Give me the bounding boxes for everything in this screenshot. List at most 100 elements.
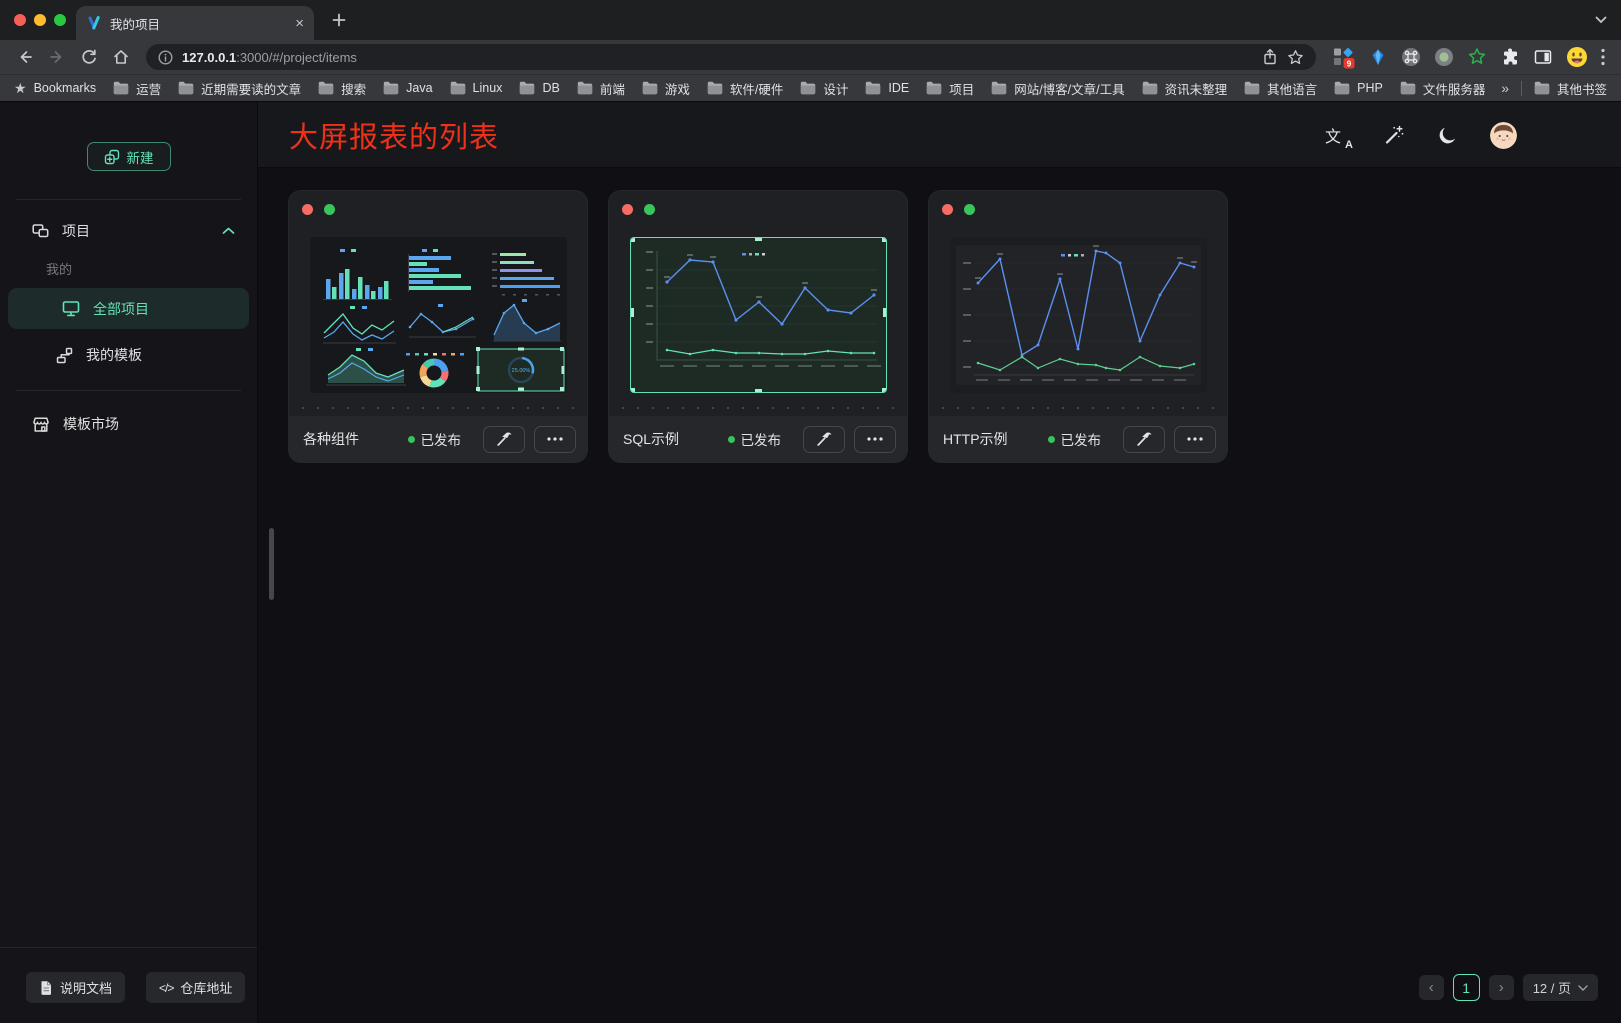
address-bar[interactable]: 127.0.0.1:3000/#/project/items	[146, 44, 1316, 70]
zoom-window-button[interactable]	[54, 14, 66, 26]
bookmark-folder[interactable]: 前端	[577, 79, 625, 98]
more-button[interactable]	[1174, 426, 1216, 453]
project-card[interactable]: SQL示例 已发布	[608, 190, 908, 463]
browser-menu-icon[interactable]	[1601, 48, 1605, 66]
minimize-window-button[interactable]	[34, 14, 46, 26]
edit-button[interactable]	[1123, 426, 1165, 453]
hammer-icon	[814, 429, 834, 449]
window-controls[interactable]	[14, 14, 66, 26]
close-tab-icon[interactable]: ×	[295, 16, 304, 31]
share-icon[interactable]	[1262, 48, 1278, 66]
close-window-button[interactable]	[14, 14, 26, 26]
extensions-area: 9	[1328, 46, 1609, 69]
next-page-button[interactable]: ›	[1489, 975, 1514, 1000]
bookmark-folder[interactable]: 软件/硬件	[707, 79, 783, 98]
prev-page-button[interactable]: ‹	[1419, 975, 1444, 1000]
side-panel-icon[interactable]	[1533, 47, 1553, 67]
bookmark-folder[interactable]: 运营	[113, 79, 161, 98]
status-dot	[408, 436, 415, 443]
divider	[1521, 81, 1522, 96]
sidebar-item-all-projects[interactable]: 全部项目	[8, 288, 249, 329]
extension-circle-icon[interactable]	[1434, 47, 1454, 67]
browser-profile-avatar[interactable]	[1566, 46, 1588, 68]
sidebar-item-template-market[interactable]: 模板市场	[0, 403, 257, 445]
tab-search-chevron-icon[interactable]	[1595, 16, 1607, 24]
reload-button[interactable]	[76, 44, 102, 70]
bookmark-folder[interactable]: 搜索	[318, 79, 366, 98]
bookmarks-manager-item[interactable]: ★Bookmarks	[14, 80, 96, 97]
bookmark-folder[interactable]: 其他语言	[1244, 79, 1317, 98]
sidebar-section-project[interactable]: 项目	[0, 210, 257, 252]
card-red-dot	[942, 204, 953, 215]
bookmark-folder[interactable]: 游戏	[642, 79, 690, 98]
bookmark-folder[interactable]: 近期需要读的文章	[178, 79, 301, 98]
card-red-dot	[302, 204, 313, 215]
monitor-icon	[62, 300, 80, 317]
project-thumbnail	[950, 237, 1207, 393]
site-info-icon[interactable]	[158, 50, 173, 65]
current-page-button[interactable]: 1	[1453, 974, 1480, 1001]
sidebar-item-my-templates[interactable]: 我的模板	[0, 334, 257, 376]
chevron-down-icon	[1578, 985, 1588, 991]
bookmark-folder[interactable]: 资讯未整理	[1142, 79, 1228, 98]
ellipsis-icon	[1185, 436, 1205, 442]
bookmark-folder[interactable]: Java	[383, 81, 432, 95]
more-button[interactable]	[534, 426, 576, 453]
bookmark-folder[interactable]: IDE	[865, 81, 909, 95]
repo-button[interactable]: </> 仓库地址	[146, 972, 245, 1003]
home-button[interactable]	[108, 44, 134, 70]
language-icon[interactable]: 文A	[1325, 123, 1351, 147]
project-thumbnail: 25.00%	[310, 237, 567, 393]
edit-button[interactable]	[803, 426, 845, 453]
bookmark-folder[interactable]: PHP	[1334, 81, 1383, 95]
bookmark-folder[interactable]: 网站/博客/文章/工具	[991, 79, 1124, 98]
status-badge: 已发布	[408, 429, 462, 449]
extension-grid-icon[interactable]: 9	[1332, 46, 1355, 69]
project-card[interactable]: 25.00% 各种组件 已发布	[288, 190, 588, 463]
browser-tab[interactable]: 我的项目 ×	[76, 6, 314, 40]
forward-button[interactable]	[44, 44, 70, 70]
more-button[interactable]	[854, 426, 896, 453]
bookmark-folder[interactable]: 设计	[800, 79, 848, 98]
dashed-separator	[942, 407, 1214, 409]
extension-command-icon[interactable]	[1401, 47, 1421, 67]
bookmark-folder[interactable]: 文件服务器	[1400, 79, 1486, 98]
star-icon: ★	[14, 80, 27, 97]
card-green-dot	[644, 204, 655, 215]
scrollbar-thumb[interactable]	[269, 528, 274, 600]
dark-mode-moon-icon[interactable]	[1437, 125, 1458, 146]
other-bookmarks-button[interactable]: 其他书签	[1534, 79, 1607, 98]
browser-titlebar: 我的项目 ×	[0, 0, 1621, 40]
bookmark-folder[interactable]: 项目	[926, 79, 974, 98]
bookmarks-overflow-button[interactable]: »	[1501, 80, 1509, 96]
docs-button[interactable]: 说明文档	[26, 972, 125, 1003]
page-size-select[interactable]: 12 / 页	[1523, 974, 1598, 1001]
back-button[interactable]	[12, 44, 38, 70]
bookmark-folder[interactable]: Linux	[450, 81, 503, 95]
bookmark-folder[interactable]: DB	[519, 81, 559, 95]
extension-star-icon[interactable]	[1467, 47, 1487, 67]
dashed-separator	[302, 407, 574, 409]
user-avatar[interactable]	[1490, 122, 1517, 149]
dashed-separator	[622, 407, 894, 409]
bookmark-star-icon[interactable]	[1287, 49, 1304, 66]
card-title: SQL示例	[623, 429, 679, 449]
edit-button[interactable]	[483, 426, 525, 453]
card-red-dot	[622, 204, 633, 215]
sidebar: 新建 项目 我的 全部项目	[0, 102, 258, 1023]
extensions-puzzle-icon[interactable]	[1500, 47, 1520, 67]
url-host: 127.0.0.1	[182, 50, 236, 65]
extension-gem-icon[interactable]	[1368, 47, 1388, 67]
project-card[interactable]: HTTP示例 已发布	[928, 190, 1228, 463]
create-new-button[interactable]: 新建	[87, 142, 171, 171]
gauge-value: 25.00%	[511, 368, 530, 374]
url-text: 127.0.0.1:3000/#/project/items	[182, 50, 357, 65]
status-dot	[728, 436, 735, 443]
chevron-up-icon[interactable]	[222, 227, 235, 235]
ellipsis-icon	[545, 436, 565, 442]
card-footer: 各种组件 已发布	[289, 416, 587, 462]
magic-wand-icon[interactable]	[1383, 124, 1405, 146]
main-content: 大屏报表的列表 文A	[258, 102, 1621, 1023]
hammer-icon	[1134, 429, 1154, 449]
new-tab-button[interactable]	[328, 9, 350, 31]
